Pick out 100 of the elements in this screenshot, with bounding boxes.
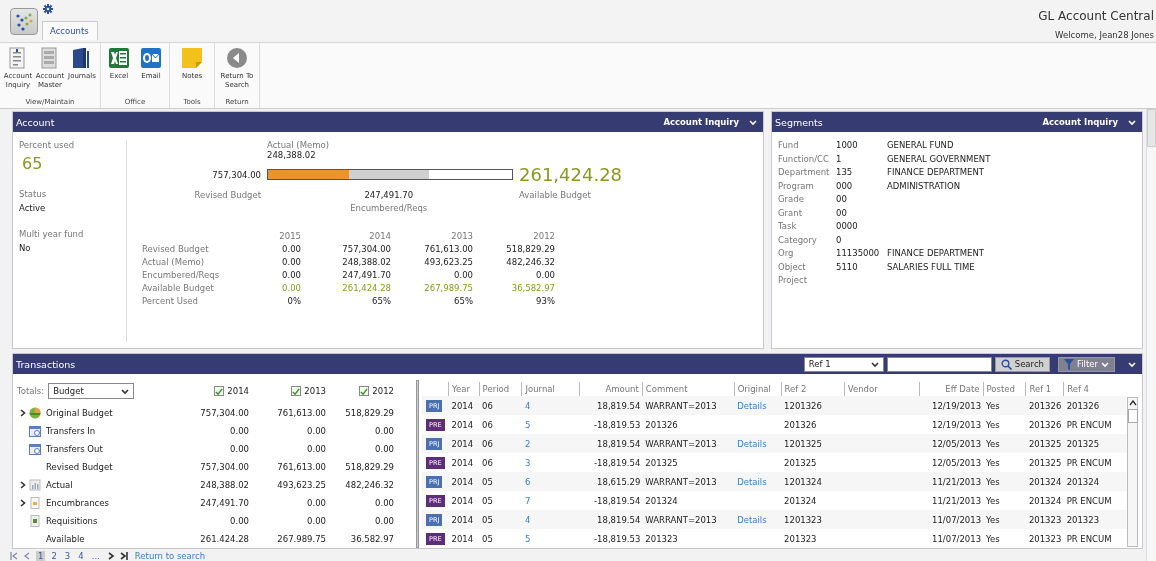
field-value: 5110 <box>836 261 859 272</box>
mail-icon <box>140 47 162 69</box>
table-cell: -18,819.54 <box>594 495 641 506</box>
page-link[interactable]: 1 <box>36 550 46 561</box>
last-page-icon[interactable] <box>118 551 128 560</box>
year-checkbox[interactable]: 2012 <box>359 386 394 396</box>
tree-item: Revised Budget <box>46 462 113 472</box>
table-cell-text: 0.00 <box>281 244 301 254</box>
table-cell: PR ENCUM <box>1066 457 1112 468</box>
table-cell: 05 <box>482 495 493 506</box>
app-logo[interactable] <box>10 8 38 35</box>
year-checkbox[interactable]: 2013 <box>291 386 326 396</box>
scroll-thumb[interactable] <box>1147 109 1156 147</box>
search-field[interactable] <box>886 356 992 372</box>
table-cell: Yes <box>986 495 1000 506</box>
ribbon-tab[interactable]: Accounts <box>42 21 98 40</box>
table-cell: 201323 <box>1066 514 1100 525</box>
page-link[interactable]: 3 <box>62 550 73 561</box>
table-cell-text: 0.00 <box>535 270 555 280</box>
network-icon <box>14 11 34 32</box>
link[interactable]: 5 <box>524 419 531 430</box>
view-menu[interactable]: Account Inquiry <box>663 117 757 127</box>
link[interactable]: Details <box>737 400 767 411</box>
view-menu[interactable]: Account Inquiry <box>1042 117 1136 127</box>
settings-icon <box>43 4 53 14</box>
totals-dropdown[interactable]: Budget <box>48 383 135 399</box>
panel-title: Transactions <box>16 358 76 370</box>
table-cell-text: 757,304.00 <box>341 244 391 254</box>
field-value: 0 <box>836 234 843 245</box>
link[interactable]: Details <box>737 476 767 487</box>
field-value: 000 <box>836 180 854 191</box>
return-link[interactable]: Return to search <box>134 550 206 561</box>
table-cell: 06 <box>482 400 493 411</box>
field-label: Status <box>19 189 48 199</box>
checkmark-icon <box>292 386 301 396</box>
table-cell: 18,819.54 <box>597 400 641 411</box>
field-label: Fund <box>778 140 800 150</box>
row-label: Actual (Memo) <box>141 257 205 267</box>
tree-item: Available <box>46 534 85 544</box>
table-cell-text: 0.00 <box>281 257 301 267</box>
table-cell-text: 518,829.29 <box>344 408 394 418</box>
table-cell-text: 493,623.25 <box>276 480 326 490</box>
previous-page-icon[interactable] <box>23 551 32 560</box>
field-value: 11135000 <box>836 248 881 258</box>
field-label: Project <box>778 275 809 285</box>
table-cell: 201326 <box>1066 400 1100 411</box>
link[interactable]: 2 <box>524 438 531 449</box>
document-icon <box>29 497 41 509</box>
first-page-icon[interactable] <box>10 551 19 560</box>
column-header: 2014 <box>368 231 391 241</box>
scrollbar[interactable] <box>1146 109 1156 561</box>
table-cell: 2014 <box>451 476 474 487</box>
row-label: Encumbered/Reqs <box>141 270 221 280</box>
table-cell: 201325 <box>784 457 817 468</box>
table-cell: WARRANT=2013 <box>645 476 717 487</box>
table-cell-text: 0% <box>286 296 301 306</box>
table-cell-text: 261.424.28 <box>199 534 249 544</box>
link[interactable]: 7 <box>524 495 531 506</box>
field-value: 1000 <box>836 140 859 150</box>
link[interactable]: 6 <box>524 476 531 487</box>
link[interactable]: 4 <box>524 514 531 525</box>
link[interactable]: 4 <box>524 400 531 411</box>
ref-dropdown[interactable]: Ref 1 <box>803 356 884 372</box>
table-cell: Yes <box>986 400 1000 411</box>
link[interactable]: Details <box>737 514 767 525</box>
tree-item[interactable]: Actual <box>46 480 73 490</box>
table-cell: 05 <box>482 514 493 525</box>
table-cell: 1201324 <box>784 476 822 487</box>
splitter-bar[interactable] <box>416 380 419 549</box>
table-cell-text: 65% <box>453 296 473 306</box>
chevron-down-icon <box>1128 118 1136 126</box>
year-checkbox[interactable]: 2014 <box>214 386 249 396</box>
spreadsheet-icon <box>108 47 130 69</box>
page-link[interactable]: ... <box>89 550 102 561</box>
table-cell: 12/05/2013 <box>932 438 982 449</box>
field-label: Object <box>778 261 807 272</box>
table-cell: 1201325 <box>784 438 822 449</box>
page-link[interactable]: 2 <box>49 550 59 561</box>
chevron-down-icon <box>121 387 130 395</box>
table-cell: Yes <box>986 438 1000 449</box>
table-cell: PR ENCUM <box>1066 495 1112 506</box>
link[interactable]: 3 <box>524 457 531 468</box>
field-value: 00 <box>836 194 848 204</box>
chevron-down-icon <box>749 118 757 126</box>
tree-item[interactable]: Encumbrances <box>46 498 109 508</box>
link[interactable]: Details <box>737 438 767 449</box>
chevron-down-icon <box>870 360 879 368</box>
table-cell-text: 0.00 <box>306 426 326 436</box>
tree-item: Transfers In <box>46 426 96 436</box>
page-link[interactable]: 4 <box>76 550 86 561</box>
scrollbar[interactable] <box>1127 397 1138 547</box>
field-label: Department <box>778 167 831 177</box>
field-label: Task <box>778 221 798 231</box>
tree-item[interactable]: Original Budget <box>46 408 113 418</box>
chart-icon <box>29 479 41 491</box>
link[interactable]: 5 <box>524 533 531 544</box>
filter-button[interactable]: Filter <box>1057 356 1115 372</box>
table-cell-text: 248,388.02 <box>199 480 249 490</box>
search-button[interactable]: Search <box>994 356 1050 372</box>
scroll-thumb[interactable] <box>1127 409 1138 423</box>
